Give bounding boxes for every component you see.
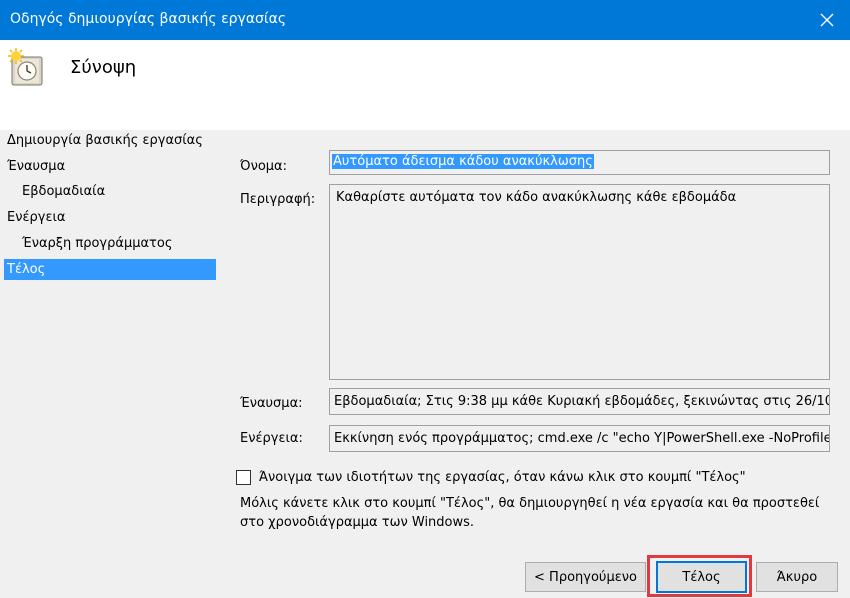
- nav-step-finish[interactable]: Τέλος: [4, 259, 216, 280]
- back-button[interactable]: < Προηγούμενο: [525, 562, 646, 592]
- trigger-field[interactable]: Εβδομαδιαία; Στις 9:38 μμ κάθε Κυριακή ε…: [329, 388, 830, 415]
- open-properties-label[interactable]: Άνοιγμα των ιδιοτήτων της εργασίας, όταν…: [259, 470, 746, 485]
- wizard-body: Δημιουργία βασικής εργασίας Έναυσμα Εβδο…: [0, 130, 850, 598]
- description-value: Καθαρίστε αυτόματα τον κάδο ανακύκλωσης …: [336, 190, 737, 205]
- finish-info-text: Μόλις κάνετε κλικ στο κουμπί "Τέλος", θα…: [240, 494, 840, 532]
- action-label: Ενέργεια:: [240, 431, 303, 446]
- nav-step-start-program[interactable]: Έναρξη προγράμματος: [4, 233, 216, 254]
- action-value: Εκκίνηση ενός προγράμματος; cmd.exe /c "…: [334, 431, 830, 446]
- finish-info-line-1: Μόλις κάνετε κλικ στο κουμπί "Τέλος", θα…: [240, 496, 820, 511]
- nav-step-weekly[interactable]: Εβδομαδιαία: [4, 181, 216, 202]
- action-field[interactable]: Εκκίνηση ενός προγράμματος; cmd.exe /c "…: [329, 425, 830, 452]
- trigger-value: Εβδομαδιαία; Στις 9:38 μμ κάθε Κυριακή ε…: [334, 394, 830, 409]
- wizard-step-list: Δημιουργία βασικής εργασίας Έναυσμα Εβδο…: [0, 130, 220, 598]
- window-title-bar[interactable]: Οδηγός δημιουργίας βασικής εργασίας: [0, 0, 850, 40]
- cancel-button[interactable]: Άκυρο: [756, 562, 838, 592]
- close-button[interactable]: [804, 0, 850, 40]
- name-field-value: Αυτόματο άδεισμα κάδου ανακύκλωσης: [332, 154, 594, 169]
- name-field[interactable]: Αυτόματο άδεισμα κάδου ανακύκλωσης: [329, 150, 830, 175]
- name-label: Όνομα:: [240, 159, 287, 174]
- clock-task-icon: [8, 48, 43, 86]
- window-title: Οδηγός δημιουργίας βασικής εργασίας: [10, 11, 287, 27]
- page-title: Σύνοψη: [70, 57, 137, 78]
- description-textarea[interactable]: Καθαρίστε αυτόματα τον κάδο ανακύκλωσης …: [329, 184, 830, 380]
- close-icon: [820, 13, 834, 27]
- nav-step-create-basic-task[interactable]: Δημιουργία βασικής εργασίας: [4, 130, 216, 151]
- trigger-label: Έναυσμα:: [240, 396, 303, 411]
- finish-button-highlight: [647, 555, 752, 597]
- wizard-header: Σύνοψη: [0, 40, 850, 130]
- description-label: Περιγραφή:: [240, 192, 316, 207]
- open-properties-checkbox[interactable]: [236, 470, 251, 485]
- nav-step-trigger[interactable]: Έναυσμα: [4, 156, 216, 177]
- nav-step-action[interactable]: Ενέργεια: [4, 207, 216, 228]
- finish-info-line-2: στο χρονοδιάγραμμα των Windows.: [240, 515, 475, 530]
